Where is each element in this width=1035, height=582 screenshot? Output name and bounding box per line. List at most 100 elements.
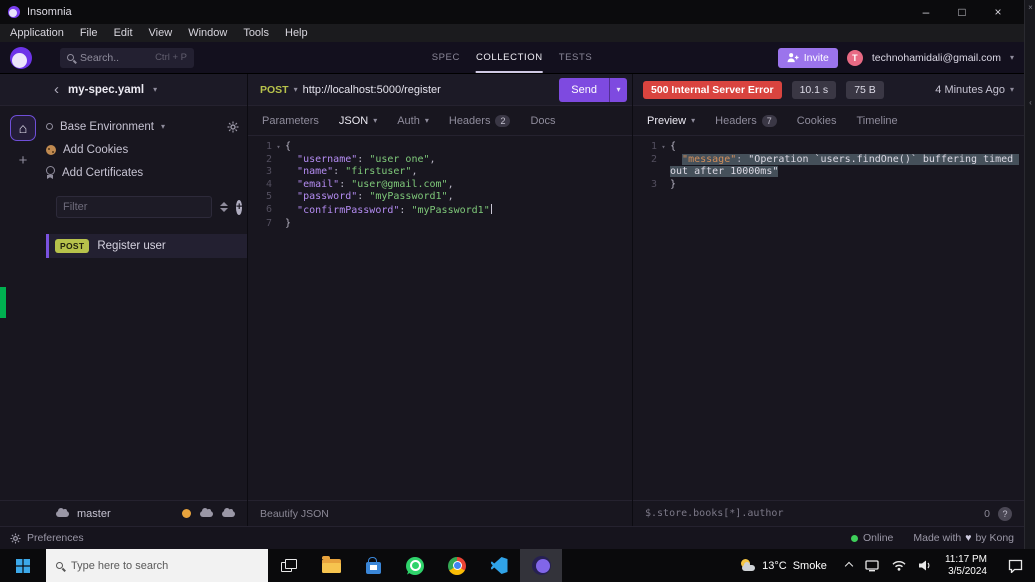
send-options-button[interactable]: ▾ <box>609 78 627 102</box>
volume-tray-icon[interactable] <box>919 560 932 571</box>
wifi-tray-icon[interactable] <box>892 560 906 571</box>
home-button[interactable]: ⌂ <box>10 115 36 141</box>
workspace-tab-tests[interactable]: TESTS <box>559 42 593 73</box>
chrome-icon <box>448 557 466 575</box>
cloud-pull-icon[interactable] <box>200 511 213 517</box>
workspace-tab-collection[interactable]: COLLECTION <box>476 42 543 73</box>
request-tab-docs[interactable]: Docs <box>520 106 565 135</box>
menu-help[interactable]: Help <box>277 24 316 42</box>
filter-input[interactable] <box>56 196 212 218</box>
person-plus-icon <box>787 52 799 63</box>
environment-selector[interactable]: Base Environment ▾ <box>46 115 239 138</box>
weather-widget[interactable]: 13°C Smoke <box>734 559 833 572</box>
store-button[interactable] <box>352 549 394 582</box>
search-shortcut: Ctrl + P <box>155 52 187 63</box>
add-cookies-button[interactable]: Add Cookies <box>46 138 239 161</box>
url-input[interactable]: http://localhost:5000/register <box>303 84 555 96</box>
request-tab-json[interactable]: JSON▾ <box>329 106 387 135</box>
taskbar-search-input[interactable] <box>71 560 258 572</box>
code-line: 2 "message": "Operation `users.findOne()… <box>633 154 1024 179</box>
chevron-down-icon[interactable]: ▾ <box>153 85 157 94</box>
menu-file[interactable]: File <box>72 24 106 42</box>
response-tab-cookies[interactable]: Cookies <box>787 106 847 135</box>
close-button[interactable]: × <box>980 0 1016 24</box>
response-age: 4 Minutes Ago <box>935 84 1005 96</box>
request-editor[interactable]: 1▾{2 "username": "user one",3 "name": "f… <box>248 136 632 500</box>
jsonpath-filter-input[interactable] <box>645 508 976 519</box>
menu-application[interactable]: Application <box>2 24 72 42</box>
kong-credit[interactable]: Made with ♥ by Kong <box>913 532 1014 544</box>
response-meta: 500 Internal Server Error 10.1 s 75 B 4 … <box>633 74 1024 106</box>
chevron-down-icon: ▾ <box>161 122 165 131</box>
new-document-button[interactable]: + <box>19 153 28 168</box>
chevron-down-icon[interactable]: ▾ <box>1010 53 1014 62</box>
response-history-dropdown[interactable]: 4 Minutes Ago ▾ <box>935 84 1014 96</box>
fold-icon[interactable]: ▾ <box>272 141 285 154</box>
whatsapp-icon <box>406 557 424 575</box>
branch-name[interactable]: master <box>77 508 111 520</box>
response-time: 10.1 s <box>792 81 837 99</box>
vscode-button[interactable] <box>478 549 520 582</box>
invite-button[interactable]: Invite <box>778 48 838 68</box>
response-tab-preview[interactable]: Preview▾ <box>637 106 705 135</box>
account-email[interactable]: technohamidali@gmail.com <box>872 52 1001 64</box>
add-certificates-button[interactable]: Add Certificates <box>46 161 239 184</box>
file-explorer-button[interactable] <box>310 549 352 582</box>
chevron-left-icon[interactable]: ‹ <box>1025 98 1035 107</box>
workspace-name[interactable]: my-spec.yaml <box>68 84 144 96</box>
display-tray-icon[interactable] <box>865 560 879 572</box>
menu-edit[interactable]: Edit <box>106 24 141 42</box>
response-tab-headers[interactable]: Headers7 <box>705 106 787 135</box>
menu-tools[interactable]: Tools <box>235 24 277 42</box>
line-number: 4 <box>248 179 272 192</box>
insomnia-taskbar-button[interactable] <box>520 549 562 582</box>
online-status: Online <box>851 532 893 544</box>
request-list-item[interactable]: POST Register user <box>46 234 247 258</box>
workspace-tab-spec[interactable]: SPEC <box>432 42 460 73</box>
add-request-button[interactable]: + <box>236 200 242 215</box>
start-button[interactable] <box>0 549 46 582</box>
back-chevron-icon[interactable]: ‹ <box>54 82 59 97</box>
response-tab-timeline[interactable]: Timeline <box>846 106 907 135</box>
menu-window[interactable]: Window <box>180 24 235 42</box>
request-tab-headers[interactable]: Headers2 <box>439 106 521 135</box>
taskbar-clock[interactable]: 11:17 PM 3/5/2024 <box>945 554 987 578</box>
insomnia-window: Insomnia – □ × ApplicationFileEditViewWi… <box>0 0 1024 549</box>
code-line: 2 "username": "user one", <box>248 154 632 167</box>
close-icon[interactable]: × <box>1025 3 1035 12</box>
send-button[interactable]: Send ▾ <box>559 78 627 102</box>
search-box[interactable]: Search.. Ctrl + P <box>60 48 194 68</box>
maximize-button[interactable]: □ <box>944 0 980 24</box>
minimize-button[interactable]: – <box>908 0 944 24</box>
tab-label: Cookies <box>797 115 837 127</box>
help-icon[interactable]: ? <box>998 507 1012 521</box>
chevron-down-icon[interactable]: ▾ <box>294 85 298 94</box>
taskbar-search[interactable] <box>46 549 268 582</box>
request-tab-parameters[interactable]: Parameters <box>252 106 329 135</box>
gear-icon[interactable] <box>227 121 239 133</box>
chevron-down-icon: ▾ <box>425 116 429 125</box>
beautify-json-button[interactable]: Beautify JSON <box>260 508 329 520</box>
tray-expand-icon[interactable] <box>845 561 853 569</box>
sync-status-icon[interactable] <box>182 509 191 518</box>
task-view-button[interactable] <box>268 549 310 582</box>
code-line: 4 "email": "user@gmail.com", <box>248 179 632 192</box>
response-viewer[interactable]: 1▾{2 "message": "Operation `users.findOn… <box>633 136 1024 500</box>
sort-icon[interactable] <box>220 202 228 212</box>
cloud-push-icon[interactable] <box>222 511 235 517</box>
chrome-button[interactable] <box>436 549 478 582</box>
green-marker <box>0 287 6 318</box>
workspace-tabs: SPEC COLLECTION TESTS <box>432 42 593 73</box>
store-icon <box>366 562 381 574</box>
avatar[interactable]: T <box>847 50 863 66</box>
method-badge: POST <box>55 239 89 253</box>
menu-view[interactable]: View <box>141 24 181 42</box>
line-number: 3 <box>633 179 657 192</box>
preferences-button[interactable]: Preferences <box>10 532 84 544</box>
code-text: "password": "myPassword1", <box>285 191 462 204</box>
action-center-button[interactable] <box>1000 559 1031 573</box>
fold-icon[interactable]: ▾ <box>657 141 670 154</box>
request-tab-auth[interactable]: Auth▾ <box>387 106 439 135</box>
method-dropdown[interactable]: POST <box>260 84 289 96</box>
whatsapp-button[interactable] <box>394 549 436 582</box>
